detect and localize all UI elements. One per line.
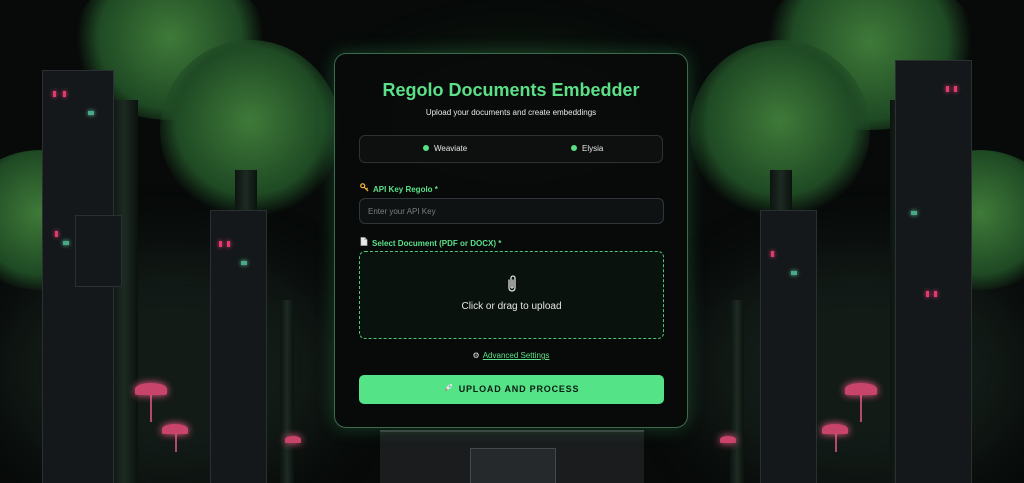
gear-icon: ⚙ (472, 351, 480, 360)
api-key-input[interactable] (359, 198, 664, 224)
document-label: Select Document (PDF or DOCX) * (360, 237, 501, 248)
tab-weaviate[interactable]: Weaviate (423, 136, 467, 162)
advanced-settings-label: Advanced Settings (482, 351, 550, 360)
document-icon (360, 237, 368, 248)
tab-elysia-label: Elysia (582, 144, 604, 153)
key-icon (360, 183, 369, 194)
embedder-card: Regolo Documents Embedder Upload your do… (334, 53, 688, 428)
upload-process-label: UPLOAD AND PROCESS (458, 384, 580, 394)
page-title: Regolo Documents Embedder (382, 80, 640, 100)
paperclip-icon (360, 274, 663, 299)
api-key-label: API Key Regolo * (360, 183, 438, 194)
document-label-text: Select Document (PDF or DOCX) * (372, 239, 502, 248)
api-key-label-text: API Key Regolo * (373, 185, 438, 194)
page-subtitle: Upload your documents and create embeddi… (425, 108, 597, 117)
rocket-icon (444, 375, 453, 404)
tab-elysia[interactable]: Elysia (571, 136, 603, 162)
advanced-settings-link[interactable]: ⚙ Advanced Settings (335, 351, 687, 360)
status-dot-icon (571, 144, 577, 151)
dropzone-text: Click or drag to upload (461, 301, 562, 312)
provider-tabs: Weaviate Elysia (359, 135, 663, 163)
status-dot-icon (423, 144, 429, 151)
upload-process-button[interactable]: UPLOAD AND PROCESS (359, 375, 664, 404)
tab-weaviate-label: Weaviate (434, 144, 468, 153)
document-dropzone[interactable]: Click or drag to upload (359, 251, 664, 339)
